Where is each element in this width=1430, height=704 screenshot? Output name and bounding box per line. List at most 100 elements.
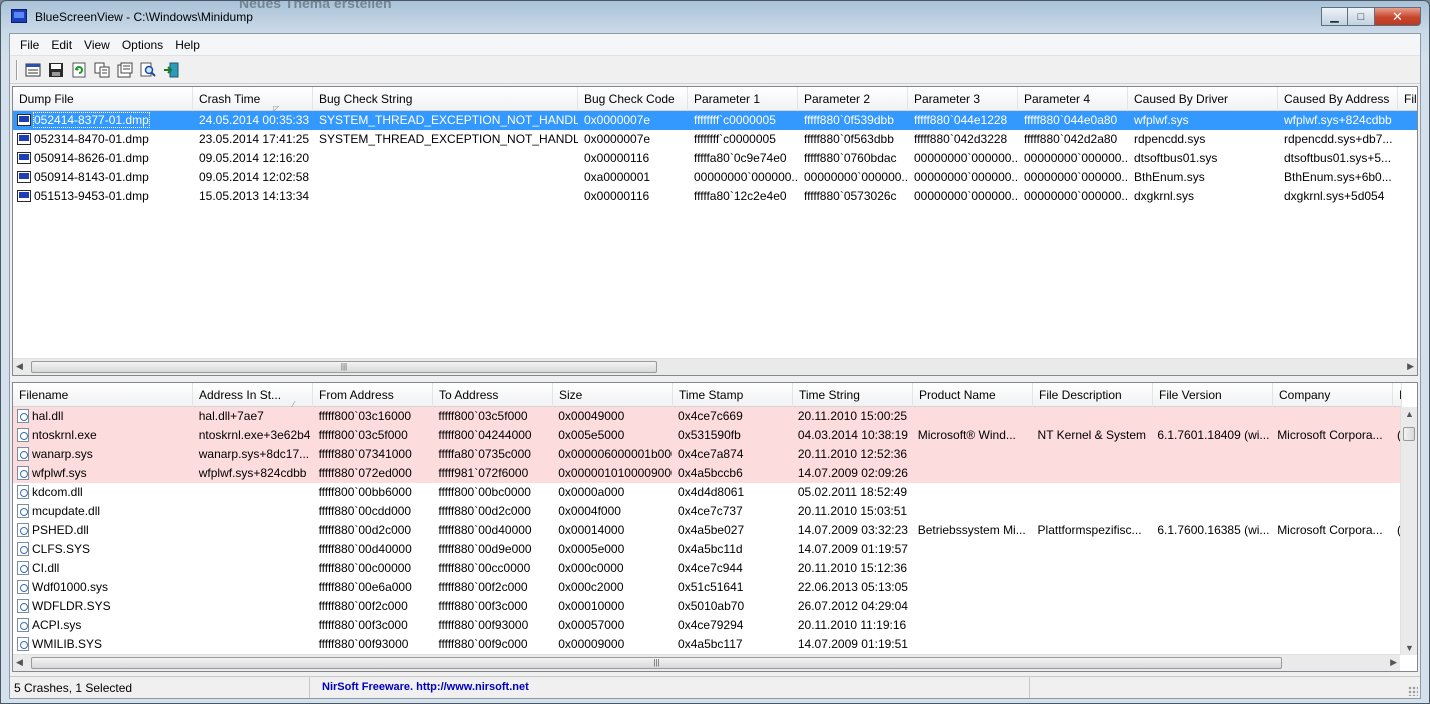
col-dump-file[interactable]: Dump File: [13, 87, 193, 111]
driver-row[interactable]: CLFS.SYS fffff880`00d40000 fffff880`00d9e0…: [13, 540, 1400, 559]
crash-list-hscrollbar[interactable]: ◀ ||| ▶: [13, 358, 1417, 375]
driver-row[interactable]: WMILIB.SYS fffff880`00f93000 fffff880`00f9…: [13, 635, 1400, 654]
nirsoft-link[interactable]: NirSoft Freeware. http://www.nirsoft.net: [310, 677, 1030, 698]
col-parameter-2[interactable]: Parameter 2: [798, 87, 908, 111]
driver-file-icon: [17, 598, 29, 613]
crash-row[interactable]: 050914-8143-01.dmp 09.05.2014 12:02:58 0xa…: [13, 168, 1417, 187]
copy-icon[interactable]: [91, 59, 113, 81]
col-bug-check-string[interactable]: Bug Check String: [313, 87, 578, 111]
menu-bar: File Edit View Options Help: [10, 34, 1420, 56]
crash-cell: 00000000`000000...: [908, 187, 1018, 206]
col-file-description[interactable]: File Description: [1033, 383, 1153, 407]
crash-row[interactable]: 050914-8626-01.dmp 09.05.2014 12:16:20 0x0…: [13, 149, 1417, 168]
col-product-name[interactable]: Product Name: [913, 383, 1033, 407]
driver-cell: 0x531590fb: [672, 426, 792, 445]
driver-cell: wanarp.sys: [13, 445, 193, 464]
scroll-right-icon[interactable]: ▶: [1390, 657, 1397, 668]
driver-cell-text: 14.07.2009 01:19:57: [797, 542, 908, 556]
driver-list-hscrollbar[interactable]: ◀ ||| ▶: [13, 654, 1400, 671]
col-to-address[interactable]: To Address: [433, 383, 553, 407]
col-filename[interactable]: Filename: [13, 383, 193, 407]
driver-cell: [912, 597, 1032, 616]
col-time-string[interactable]: Time String: [793, 383, 913, 407]
driver-row[interactable]: kdcom.dll fffff800`00bb6000 fffff800`00bc0…: [13, 483, 1400, 502]
col-extra[interactable]: I: [1393, 383, 1402, 407]
driver-cell: fffff880`00f2c000: [313, 597, 433, 616]
menu-help[interactable]: Help: [169, 38, 206, 52]
col-bug-check-code[interactable]: Bug Check Code: [578, 87, 688, 111]
driver-cell-text: CI.dll: [32, 561, 60, 575]
crash-cell: 15.05.2013 14:13:34: [193, 187, 313, 206]
driver-cell-text: 0x0000010100009000: [558, 466, 673, 480]
crash-row[interactable]: 052314-8470-01.dmp 23.05.2014 17:41:25 SYS…: [13, 130, 1417, 149]
crash-cell: fffff880`0760bdac: [798, 149, 908, 168]
driver-cell: 0x0000a000: [552, 483, 672, 502]
minimize-button[interactable]: ▁: [1321, 7, 1348, 26]
menu-view[interactable]: View: [78, 38, 116, 52]
col-parameter-3[interactable]: Parameter 3: [908, 87, 1018, 111]
col-parameter-4[interactable]: Parameter 4: [1018, 87, 1128, 111]
properties-icon[interactable]: [114, 59, 136, 81]
html-report-icon[interactable]: [22, 59, 44, 81]
crash-cell-text: fffff880`042d3228: [914, 132, 1008, 146]
find-icon[interactable]: [137, 59, 159, 81]
driver-row[interactable]: PSHED.dll fffff880`00d2c000 fffff880`00d40…: [13, 521, 1400, 540]
crash-row[interactable]: 052414-8377-01.dmp 24.05.2014 00:35:33 SYS…: [13, 111, 1417, 130]
save-icon[interactable]: [45, 59, 67, 81]
driver-row[interactable]: ntoskrnl.exe ntoskrnl.exe+3e62b4 fffff800`…: [13, 426, 1400, 445]
driver-cell: fffff880`00d9e000: [432, 540, 552, 559]
driver-cell: [1151, 635, 1271, 654]
col-company[interactable]: Company: [1273, 383, 1393, 407]
crash-cell: 00000000`000000...: [798, 168, 908, 187]
driver-cell-text: Microsoft® Wind...: [917, 428, 1016, 442]
menu-edit[interactable]: Edit: [45, 38, 78, 52]
exit-icon[interactable]: [160, 59, 182, 81]
driver-row[interactable]: CI.dll fffff880`00c00000 fffff880`00cc0000…: [13, 559, 1400, 578]
driver-list-hscroll-thumb[interactable]: |||: [31, 657, 1282, 669]
col-time-stamp[interactable]: Time Stamp: [673, 383, 793, 407]
driver-row[interactable]: hal.dll hal.dll+7ae7 fffff800`03c16000 ffff…: [13, 407, 1400, 426]
crash-list-hscroll-thumb[interactable]: |||: [31, 361, 657, 373]
driver-cell-text: 0x4a5be027: [678, 523, 745, 537]
driver-row[interactable]: mcupdate.dll fffff880`00cdd000 fffff880`00…: [13, 502, 1400, 521]
col-address-in-stack[interactable]: Address In St... ⁄: [193, 383, 313, 407]
driver-cell-text: Plattformspezifisc...: [1037, 523, 1142, 537]
driver-cell: Microsoft Corpora...: [1271, 426, 1391, 445]
col-caused-by-address[interactable]: Caused By Address: [1278, 87, 1398, 111]
col-file-version[interactable]: File Version: [1153, 383, 1273, 407]
driver-cell-text: 0x51c51641: [678, 580, 744, 594]
col-caused-by-driver[interactable]: Caused By Driver: [1128, 87, 1278, 111]
col-size[interactable]: Size: [553, 383, 673, 407]
driver-cell-text: kdcom.dll: [32, 485, 83, 499]
scroll-left-icon[interactable]: ◀: [16, 361, 23, 372]
driver-list[interactable]: Filename Address In St... ⁄ From Address …: [12, 382, 1418, 672]
scroll-right-icon[interactable]: ▶: [1407, 361, 1414, 372]
driver-cell-text: 0x4ce7c737: [678, 504, 743, 518]
col-crash-time[interactable]: Crash Time ◸: [193, 87, 313, 111]
scroll-up-icon[interactable]: ▲: [1405, 409, 1414, 419]
close-button[interactable]: ✕: [1375, 7, 1421, 26]
menu-file[interactable]: File: [14, 38, 45, 52]
driver-list-vscroll-thumb[interactable]: [1403, 427, 1415, 441]
driver-list-vscrollbar[interactable]: ▲ ▼: [1400, 407, 1417, 655]
driver-row[interactable]: ACPI.sys fffff880`00f3c000 fffff880`00f930…: [13, 616, 1400, 635]
driver-row[interactable]: wfplwf.sys wfplwf.sys+824cdbb fffff880`072…: [13, 464, 1400, 483]
crash-list[interactable]: Dump File Crash Time ◸ Bug Check String B…: [12, 86, 1418, 376]
crash-row[interactable]: 051513-9453-01.dmp 15.05.2013 14:13:34 0x0…: [13, 187, 1417, 206]
driver-row[interactable]: WDFLDR.SYS fffff880`00f2c000 fffff880`00f3…: [13, 597, 1400, 616]
resize-grip[interactable]: [1408, 686, 1418, 696]
refresh-icon[interactable]: [68, 59, 90, 81]
crash-cell: 050914-8626-01.dmp: [13, 149, 193, 168]
col-file[interactable]: File: [1398, 87, 1417, 111]
driver-row[interactable]: Wdf01000.sys fffff880`00e6a000 fffff880`00…: [13, 578, 1400, 597]
title-bar[interactable]: Neues Thema erstellen BlueScreenView - C…: [1, 0, 1429, 33]
menu-options[interactable]: Options: [116, 38, 169, 52]
driver-cell-text: Betriebssystem Mi...: [917, 523, 1026, 537]
maximize-button[interactable]: □: [1348, 7, 1375, 26]
scroll-down-icon[interactable]: ▼: [1405, 643, 1414, 653]
col-from-address[interactable]: From Address: [313, 383, 433, 407]
col-parameter-1[interactable]: Parameter 1: [688, 87, 798, 111]
scroll-left-icon[interactable]: ◀: [16, 657, 23, 668]
crash-cell-text: SYSTEM_THREAD_EXCEPTION_NOT_HANDLED: [319, 132, 578, 146]
driver-row[interactable]: wanarp.sys wanarp.sys+8dc17... fffff880`07…: [13, 445, 1400, 464]
